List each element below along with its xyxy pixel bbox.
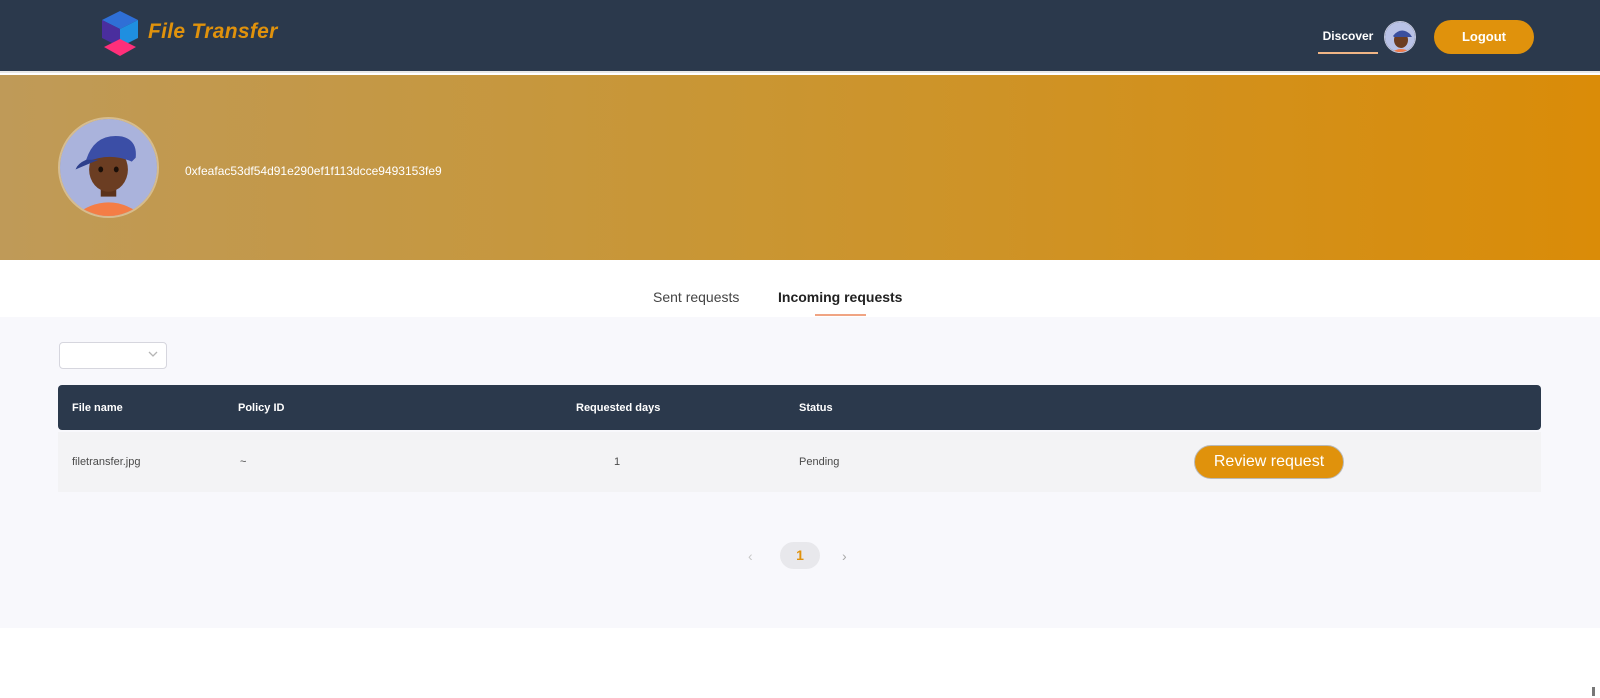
profile-avatar-icon xyxy=(60,119,157,216)
logout-button[interactable]: Logout xyxy=(1434,20,1534,54)
cell-policy-id: ~ xyxy=(240,456,247,468)
cell-status: Pending xyxy=(799,456,840,468)
scrollbar-thumb[interactable] xyxy=(1592,687,1595,696)
cell-file-name: filetransfer.jpg xyxy=(72,456,141,468)
tab-incoming-requests[interactable]: Incoming requests xyxy=(778,289,902,305)
profile-avatar xyxy=(58,117,159,218)
nav-discover-link[interactable]: Discover xyxy=(1318,29,1378,43)
column-header-requested-days: Requested days xyxy=(576,402,661,414)
pagination-page-1[interactable]: 1 xyxy=(780,542,820,569)
column-header-status: Status xyxy=(799,402,833,414)
cell-requested-days: 1 xyxy=(614,456,621,468)
top-navbar: File Transfer Discover Logout xyxy=(0,0,1600,73)
logo-cube-icon[interactable] xyxy=(97,9,143,57)
column-header-policy-id: Policy ID xyxy=(238,402,285,414)
review-request-button[interactable]: Review request xyxy=(1194,445,1344,479)
tab-active-indicator xyxy=(815,314,866,316)
pagination-next-button[interactable]: › xyxy=(842,548,847,564)
logo-text[interactable]: File Transfer xyxy=(148,20,278,44)
wallet-address: 0xfeafac53df54d91e290ef1f113dcce9493153f… xyxy=(185,164,442,178)
nav-active-indicator xyxy=(1318,52,1378,54)
pagination-prev-button[interactable]: ‹ xyxy=(748,548,753,564)
column-header-file-name: File name xyxy=(72,402,123,414)
chevron-down-icon xyxy=(148,351,158,357)
user-avatar[interactable] xyxy=(1384,21,1416,53)
filter-select[interactable] xyxy=(59,342,167,369)
tab-sent-requests[interactable]: Sent requests xyxy=(653,289,739,305)
user-avatar-icon xyxy=(1385,22,1415,52)
